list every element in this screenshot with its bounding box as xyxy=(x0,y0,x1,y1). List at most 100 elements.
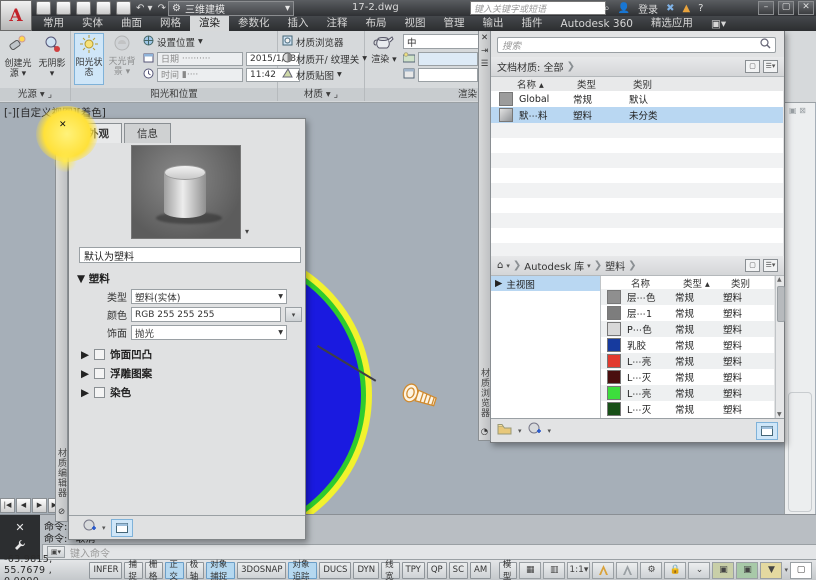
render-env-field[interactable] xyxy=(418,52,478,66)
chevron-down-icon[interactable]: ▾ xyxy=(518,427,522,435)
create-material-icon[interactable] xyxy=(83,519,97,536)
tab-home[interactable]: 常用 xyxy=(34,14,73,31)
close-icon[interactable]: ✕ xyxy=(15,521,24,534)
render-quality-dropdown[interactable]: 中 xyxy=(403,34,483,49)
set-location-button[interactable]: 设置位置 ▾ xyxy=(143,34,203,49)
wrench-icon[interactable] xyxy=(14,539,26,554)
ribbon-options-icon[interactable]: ▣▾ xyxy=(702,17,735,31)
toggle-ortho[interactable]: 正交 xyxy=(165,562,183,579)
tab-appearance[interactable]: 外观 xyxy=(75,123,122,143)
grid-view-icon[interactable]: ▢ xyxy=(745,60,760,73)
toggle-polar[interactable]: 极轴 xyxy=(186,562,204,579)
quick-view-layouts-icon[interactable]: ▦ xyxy=(519,562,541,579)
grid-view-icon[interactable]: ▢ xyxy=(745,259,760,272)
render-output-field[interactable] xyxy=(418,68,478,82)
library-material-row[interactable]: 层⋯1常规塑料 xyxy=(601,305,774,321)
list-view-icon[interactable]: ☰▾ xyxy=(763,60,778,73)
render-environment-row[interactable] xyxy=(403,51,478,66)
create-material-icon[interactable] xyxy=(528,422,542,439)
column-name[interactable]: 名称 ▴ xyxy=(517,77,577,91)
list-view-icon[interactable]: ☰▾ xyxy=(763,259,778,272)
section-relief-pattern[interactable]: ▶ 浮雕图案 xyxy=(81,366,152,381)
tab-featured-apps[interactable]: 精选应用 xyxy=(642,14,702,31)
preview-options-icon[interactable]: ▾ xyxy=(245,227,249,236)
workspace-selector[interactable]: ⚙ 三维建模 ▾ xyxy=(168,1,294,16)
coordinates-readout[interactable]: -63.9815, 55.7679 , 0.0000 xyxy=(4,554,87,580)
material-editor-titlebar[interactable]: ✕ ⇥ ☰ 材质编辑器 ⊘ xyxy=(55,118,68,522)
workspace-switching-icon[interactable]: ⚙ xyxy=(640,562,662,579)
toggle-tpy[interactable]: TPY xyxy=(402,562,425,579)
exchange-icon[interactable]: ✖ xyxy=(666,3,674,14)
panel-render-label[interactable]: 渲染 xyxy=(365,88,485,101)
toggle-dyn[interactable]: DYN xyxy=(353,562,379,579)
open-file-icon[interactable] xyxy=(56,1,71,15)
new-file-icon[interactable] xyxy=(36,1,51,15)
toggle-lwt[interactable]: 线宽 xyxy=(381,562,399,579)
editor-toggle-button[interactable] xyxy=(756,422,778,440)
column-category[interactable]: 类别 xyxy=(633,77,652,91)
first-tab-icon[interactable]: |◀ xyxy=(0,498,15,513)
scroll-up-icon[interactable]: ▲ xyxy=(777,276,782,283)
close-icon[interactable]: ✕ xyxy=(59,120,67,130)
library-material-row[interactable]: 乳胶常规塑料 xyxy=(601,337,774,353)
lock-icon[interactable]: 🔒 xyxy=(664,562,686,579)
toggle-infer[interactable]: INFER xyxy=(89,562,122,579)
tree-expand-icon[interactable]: ▶ xyxy=(495,278,502,289)
collapsed-right-palette[interactable]: ▣ ⊠ xyxy=(784,102,815,516)
prev-tab-icon[interactable]: ◀ xyxy=(16,498,31,513)
tab-view[interactable]: 视图 xyxy=(396,14,435,31)
section-finish-bump[interactable]: ▶ 饰面凹凸 xyxy=(81,347,152,362)
column-type[interactable]: 类型 ▴ xyxy=(683,276,731,290)
finish-bump-checkbox[interactable] xyxy=(94,349,105,360)
tint-checkbox[interactable] xyxy=(94,387,105,398)
toggle-otrack[interactable]: 对象追踪 xyxy=(288,562,317,579)
help-search-input[interactable]: 键入关键字或短语 xyxy=(470,1,606,15)
properties-icon[interactable]: ☰ xyxy=(480,59,490,69)
chevron-down-icon[interactable]: ⌄ xyxy=(688,562,710,579)
type-dropdown[interactable]: 塑料(实体)▾ xyxy=(131,289,287,304)
chevron-down-icon[interactable]: ▾ xyxy=(506,262,510,270)
library-material-row[interactable]: P⋯色常规塑料 xyxy=(601,321,774,337)
doc-material-row-default-plastic[interactable]: 默⋯料 塑料 未分类 xyxy=(491,107,783,123)
panel-sun-label[interactable]: 阳光和位置 xyxy=(71,88,277,101)
tab-layout[interactable]: 布局 xyxy=(357,14,396,31)
finish-dropdown[interactable]: 抛光▾ xyxy=(131,325,287,340)
tab-output[interactable]: 输出 xyxy=(474,14,513,31)
toggle-am[interactable]: AM xyxy=(470,562,491,579)
tab-insert[interactable]: 插入 xyxy=(279,14,318,31)
help-icon[interactable]: ? xyxy=(698,3,703,14)
tree-item-home-view[interactable]: ▶ 主视图 xyxy=(491,276,600,291)
toggle-3dosnap[interactable]: 3DOSNAP xyxy=(237,562,286,579)
toggle-qp[interactable]: QP xyxy=(427,562,447,579)
next-tab-icon[interactable]: ▶ xyxy=(32,498,47,513)
tab-render[interactable]: 渲染 xyxy=(190,14,229,31)
autocad-logo-icon[interactable]: A xyxy=(0,0,32,31)
save-as-icon[interactable] xyxy=(96,1,111,15)
material-toggle-button[interactable]: 材质开/ 纹理关 ▾ xyxy=(282,51,367,66)
clean-screen-button[interactable]: ▢ xyxy=(790,562,812,579)
chevron-down-icon[interactable]: ▾ xyxy=(548,427,552,435)
panel-lights-label[interactable]: 光源 ▾ ⌟ xyxy=(0,88,70,101)
toggle-sc[interactable]: SC xyxy=(449,562,468,579)
column-category[interactable]: 类别 xyxy=(731,276,750,290)
toggle-osnap[interactable]: 对象捕捉 xyxy=(206,562,235,579)
library-folder-icon[interactable] xyxy=(497,423,512,438)
library-material-row[interactable]: L⋯灭常规塑料 xyxy=(601,369,774,385)
sky-background-button[interactable]: 天光背景 ▾ xyxy=(107,33,137,83)
quick-view-drawings-icon[interactable]: ▥ xyxy=(543,562,565,579)
autodesk-app-icon[interactable]: ▲ xyxy=(682,3,690,14)
render-button[interactable]: 渲染 ▾ xyxy=(369,33,399,75)
color-value-field[interactable]: RGB 255 255 255 xyxy=(131,307,281,322)
tab-manage[interactable]: 管理 xyxy=(435,14,474,31)
library-material-row[interactable]: L⋯灭常规塑料 xyxy=(601,401,774,417)
close-button[interactable]: ✕ xyxy=(798,1,814,15)
date-slider[interactable]: 日期 ·········· xyxy=(157,52,243,66)
chevron-down-icon[interactable]: ▾ xyxy=(102,524,106,532)
chevron-down-icon[interactable]: ▾ xyxy=(587,262,591,270)
create-light-button[interactable]: 创建光源 ▾ xyxy=(2,33,34,75)
maximize-button[interactable]: ▢ xyxy=(778,1,794,15)
column-name[interactable]: 名称 xyxy=(631,276,683,290)
browser-toggle-button[interactable] xyxy=(111,519,133,537)
toggle-snap[interactable]: 捕捉 xyxy=(124,562,142,579)
tab-info[interactable]: 信息 xyxy=(124,123,171,143)
